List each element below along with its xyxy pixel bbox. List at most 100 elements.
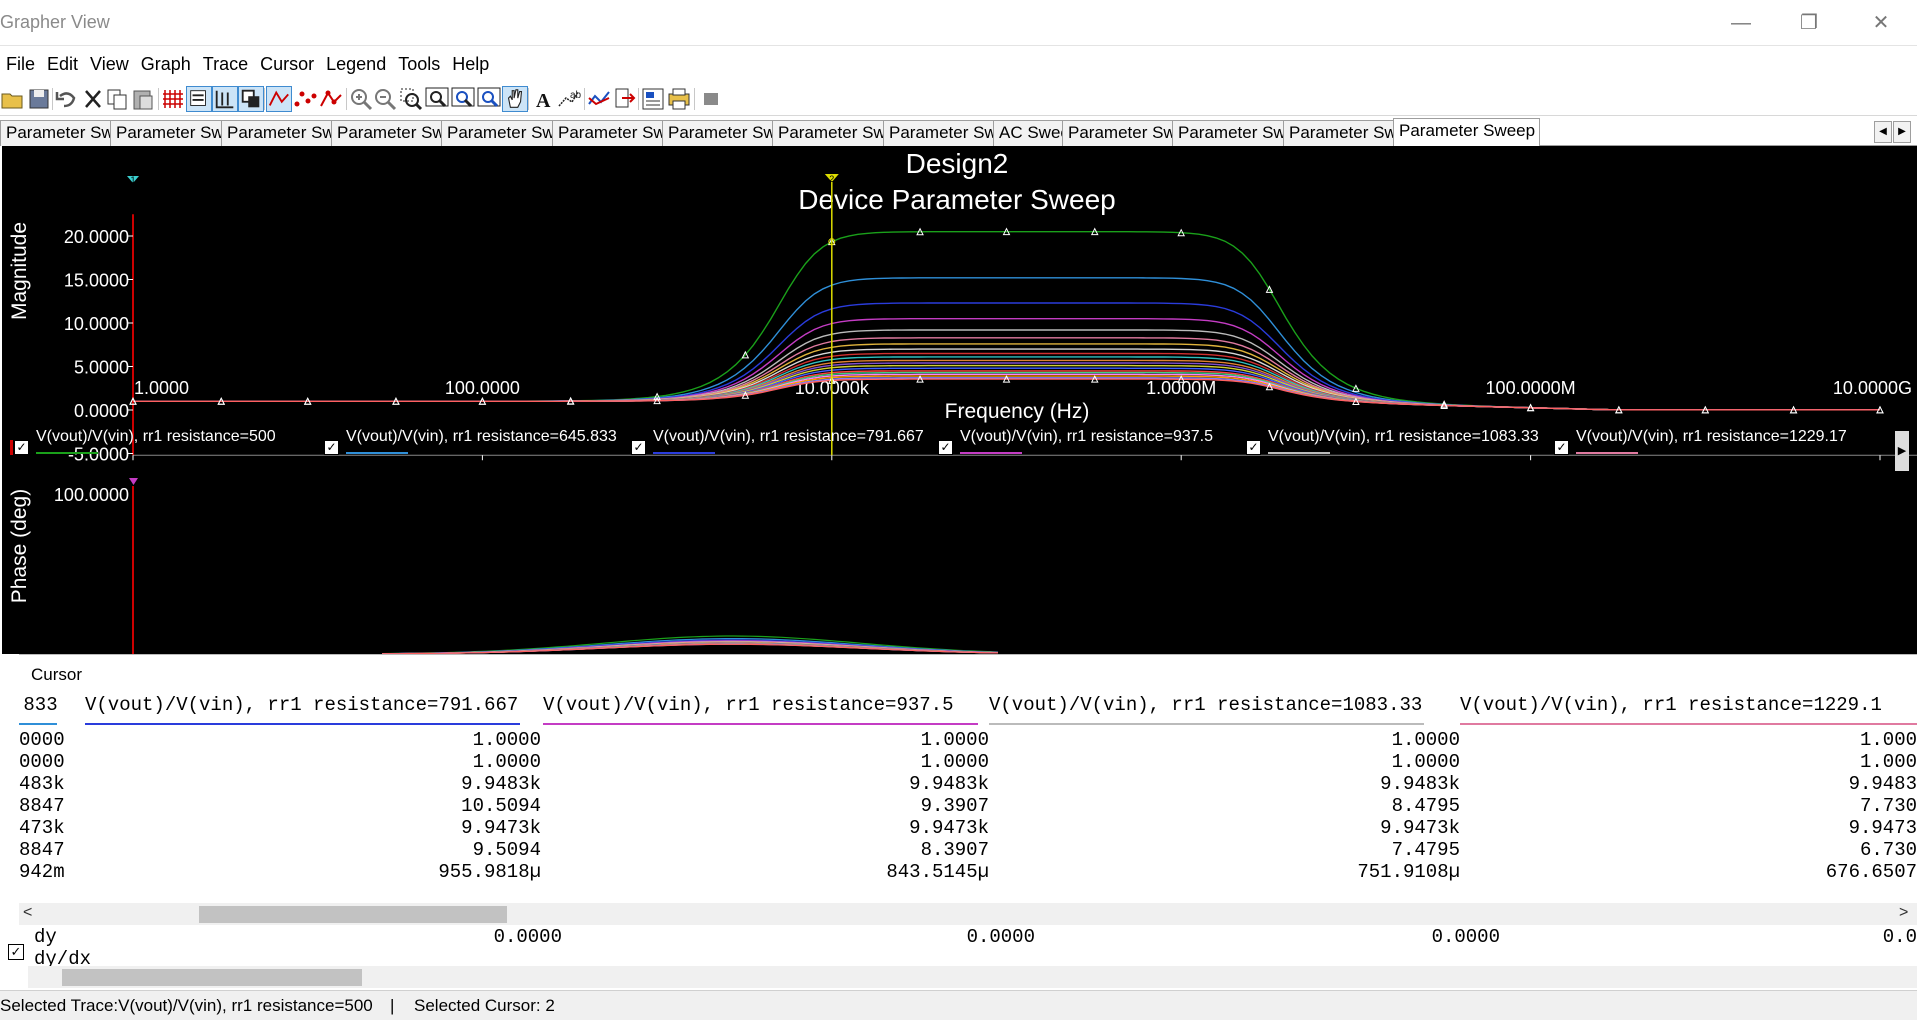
legend-swatch	[1576, 452, 1638, 454]
zoom-in-icon[interactable]	[348, 86, 374, 112]
x-tick-label: 10.0000G	[1833, 378, 1912, 398]
status-bar: Selected Trace:V(vout)/V(vin), rr1 resis…	[0, 990, 1917, 1020]
restore-button[interactable]: ❐	[1780, 0, 1838, 46]
series-line	[133, 329, 1880, 411]
cut-icon[interactable]	[80, 86, 106, 112]
cursor-value-cell: 676.6507	[1825, 861, 1917, 883]
series-line	[133, 231, 1880, 411]
x-tick-label: 100.0000	[445, 378, 520, 398]
legend-label: V(vout)/V(vin), rr1 resistance=791.667	[653, 428, 924, 445]
legend-checkbox[interactable]: ✓	[324, 440, 339, 455]
cursor-column-underline	[1460, 723, 1917, 725]
stop-icon[interactable]	[698, 86, 724, 112]
zoom-x-icon[interactable]	[450, 86, 476, 112]
points-icon[interactable]	[292, 86, 318, 112]
zoom-out-icon[interactable]	[372, 86, 398, 112]
dots-icon[interactable]	[318, 86, 344, 112]
zoom-full-icon[interactable]	[424, 86, 450, 112]
cursor-value-cell: 7.730	[1859, 795, 1917, 817]
paste-icon[interactable]	[130, 86, 156, 112]
pan-icon[interactable]	[502, 86, 528, 112]
graph-canvas[interactable]: Design2 Device Parameter Sweep Magnitude…	[2, 146, 1917, 654]
toolbar-separator	[158, 88, 159, 110]
cursor-column-header: V(vout)/V(vin), rr1 resistance=791.667	[85, 694, 519, 716]
cursor-panel-title: Cursor	[31, 665, 83, 684]
menu-tools[interactable]: Tools	[392, 48, 446, 75]
properties-icon[interactable]	[640, 86, 666, 112]
y-axis-label: Magnitude	[8, 222, 31, 320]
menu-graph[interactable]: Graph	[135, 48, 197, 75]
legend-checkbox[interactable]: ✓	[631, 440, 646, 455]
menu-legend[interactable]: Legend	[320, 48, 392, 75]
scroll-left-arrow[interactable]: <	[23, 904, 32, 922]
legend-item[interactable]: ✓ V(vout)/V(vin), rr1 resistance=791.667	[627, 428, 927, 458]
pointer-icon[interactable]	[266, 86, 292, 112]
underlying-scrollbar[interactable]	[28, 966, 1917, 988]
graph-title: Design2	[906, 148, 1009, 179]
x-tick-label: 1.0000	[134, 378, 189, 398]
open-icon[interactable]	[0, 86, 26, 112]
grid-icon[interactable]	[160, 86, 186, 112]
overlay-icon[interactable]	[238, 86, 264, 112]
zoom-area-icon[interactable]	[398, 86, 424, 112]
menu-trace[interactable]: Trace	[197, 48, 254, 75]
y-tick-label: 15.0000	[64, 271, 129, 291]
legend-item[interactable]: ✓ V(vout)/V(vin), rr1 resistance=645.833	[320, 428, 620, 458]
toolbar-separator	[346, 88, 347, 110]
y-tick-label: 10.0000	[64, 314, 129, 334]
legend-item[interactable]: ✓ V(vout)/V(vin), rr1 resistance=1229.17	[1550, 428, 1850, 458]
legend-checkbox[interactable]: ✓	[14, 440, 29, 455]
tab-scroll-right-button[interactable]: ▶	[1893, 121, 1911, 143]
legend-swatch	[960, 452, 1022, 454]
undo-icon[interactable]	[54, 86, 80, 112]
graph-subtitle: Device Parameter Sweep	[798, 184, 1115, 215]
legend-checkbox[interactable]: ✓	[1554, 440, 1569, 455]
cursor-value-cell: 6.730	[1859, 839, 1917, 861]
menu-help[interactable]: Help	[446, 48, 495, 75]
minimize-button[interactable]: —	[1712, 0, 1770, 46]
export-icon[interactable]	[612, 86, 638, 112]
cursor-value-cell: 483k	[19, 773, 65, 795]
scroll-thumb[interactable]	[62, 969, 362, 986]
close-button[interactable]: ✕	[1852, 0, 1910, 46]
label-icon[interactable]: ab	[556, 86, 582, 112]
cursors-icon[interactable]	[212, 86, 238, 112]
trace-icon[interactable]	[586, 86, 612, 112]
tab-scroll-left-button[interactable]: ◀	[1874, 121, 1892, 143]
save-icon[interactable]	[26, 86, 52, 112]
scroll-right-arrow[interactable]: >	[1899, 904, 1908, 922]
copy-icon[interactable]	[104, 86, 130, 112]
legend-label: V(vout)/V(vin), rr1 resistance=937.5	[960, 428, 1213, 445]
y-tick-label: 0.0000	[74, 401, 129, 421]
legend-scroll-button[interactable]: ▶	[1895, 431, 1909, 471]
tab-parameter-sweep-active[interactable]: Parameter Sweep	[1393, 118, 1541, 146]
toolbar-separator	[638, 88, 639, 110]
legend-item[interactable]: ✓ V(vout)/V(vin), rr1 resistance=937.5	[934, 428, 1234, 458]
scroll-thumb[interactable]	[199, 906, 507, 923]
legend-checkbox[interactable]: ✓	[1246, 440, 1261, 455]
cursor-value-cell: 1.0000	[472, 729, 541, 751]
menu-cursor[interactable]: Cursor	[254, 48, 320, 75]
menu-view[interactable]: View	[84, 48, 135, 75]
legend-swatch	[1268, 452, 1330, 454]
legend-item[interactable]: ✓ V(vout)/V(vin), rr1 resistance=1083.33	[1242, 428, 1542, 458]
cursor-value-cell: 1.0000	[472, 751, 541, 773]
menu-edit[interactable]: Edit	[41, 48, 84, 75]
menu-file[interactable]: File	[0, 48, 41, 75]
cursor-panel-scrollbar[interactable]: < >	[19, 903, 1917, 925]
trace-checkbox[interactable]: ✓	[8, 944, 24, 960]
legend-label: V(vout)/V(vin), rr1 resistance=1229.17	[1576, 428, 1847, 445]
selected-trace-status: Selected Trace:V(vout)/V(vin), rr1 resis…	[0, 996, 373, 1015]
legend-icon[interactable]	[186, 86, 212, 112]
zoom-y-icon[interactable]	[476, 86, 502, 112]
print-icon[interactable]	[666, 86, 692, 112]
text-icon[interactable]: A	[530, 86, 556, 112]
graph-area[interactable]: Design2 Device Parameter Sweep Magnitude…	[2, 146, 1917, 654]
legend-checkbox[interactable]: ✓	[938, 440, 953, 455]
cursor-panel: Cursor .83300000000483k8847473k8847942mV…	[19, 654, 1917, 926]
cursor-value-cell: 0000	[19, 729, 65, 751]
legend-item[interactable]: ✓ V(vout)/V(vin), rr1 resistance=500	[10, 428, 310, 458]
cursor-value-cell: 9.9473k	[909, 817, 989, 839]
cursor-column-underline	[85, 723, 520, 725]
cursor-value-cell: 8.4795	[1391, 795, 1460, 817]
